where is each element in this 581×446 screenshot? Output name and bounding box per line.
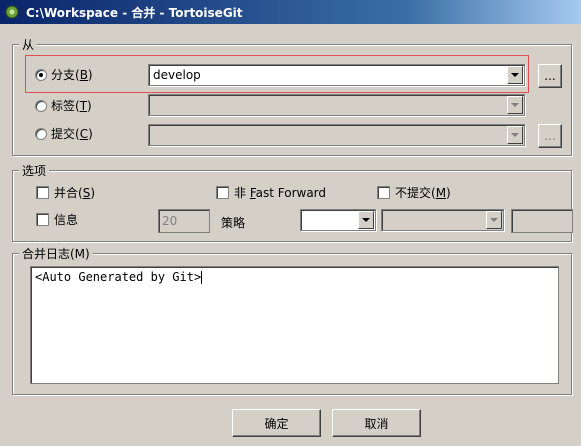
branch-combo[interactable]: develop [148,64,525,86]
check-box [377,186,390,199]
log-label: 信息 [54,213,79,227]
message-group-title: 合并日志(M) [19,245,93,262]
cancel-button[interactable]: 取消 [332,409,421,437]
squash-label: 并合(S) [54,186,95,200]
tag-radio[interactable]: 标签(T) [35,97,92,114]
strategy-option-combo[interactable] [381,209,504,231]
check-box [36,186,49,199]
tortoisegit-icon [4,4,20,20]
title-bar: C:\Workspace - 合并 - TortoiseGit [0,0,581,24]
chevron-down-icon [490,218,498,222]
radio-circle [35,68,47,81]
merge-message-text: <Auto Generated by Git> [35,270,202,284]
check-box [216,186,229,199]
log-checkbox[interactable]: 信息 [36,211,78,228]
radio-circle [35,99,47,112]
commit-browse-button[interactable]: ... [538,124,562,148]
options-group: 选项 [12,162,572,242]
check-box [36,213,49,226]
merge-message-textarea[interactable]: <Auto Generated by Git> [30,266,559,384]
no-ff-label: 非 Fast Forward [234,186,327,200]
radio-circle [35,127,47,140]
commit-dropdown-button[interactable] [507,126,523,144]
strategy-label: 策略 [221,216,246,230]
ok-button[interactable]: 确定 [232,409,321,437]
strategy-combo[interactable] [300,209,376,231]
chevron-down-icon [511,133,519,137]
strategy-option-dropdown-button[interactable] [486,211,502,229]
tag-dropdown-button[interactable] [507,96,523,114]
options-group-title: 选项 [19,162,50,179]
squash-checkbox[interactable]: 并合(S) [36,184,95,201]
branch-radio[interactable]: 分支(B) [35,66,93,83]
tag-combo[interactable] [148,94,525,116]
from-group-title: 从 [19,36,38,53]
window-title: C:\Workspace - 合并 - TortoiseGit [26,5,243,20]
extra-option-input[interactable] [511,209,573,233]
branch-browse-button[interactable]: ... [538,64,562,88]
tag-label: 标签(T) [51,99,92,113]
commit-combo[interactable] [148,124,525,146]
commit-radio[interactable]: 提交(C) [35,125,93,142]
no-ff-checkbox[interactable]: 非 Fast Forward [216,184,326,201]
strategy-dropdown-button[interactable] [358,211,374,229]
no-commit-checkbox[interactable]: 不提交(M) [377,184,451,201]
text-caret [201,271,203,284]
branch-combo-value: develop [153,68,201,82]
chevron-down-icon [511,73,519,77]
no-commit-label: 不提交(M) [395,186,451,200]
log-count-input[interactable]: 20 [158,209,210,233]
branch-label: 分支(B) [51,68,93,82]
branch-dropdown-button[interactable] [507,66,523,84]
chevron-down-icon [362,218,370,222]
chevron-down-icon [511,103,519,107]
commit-label: 提交(C) [51,127,93,141]
